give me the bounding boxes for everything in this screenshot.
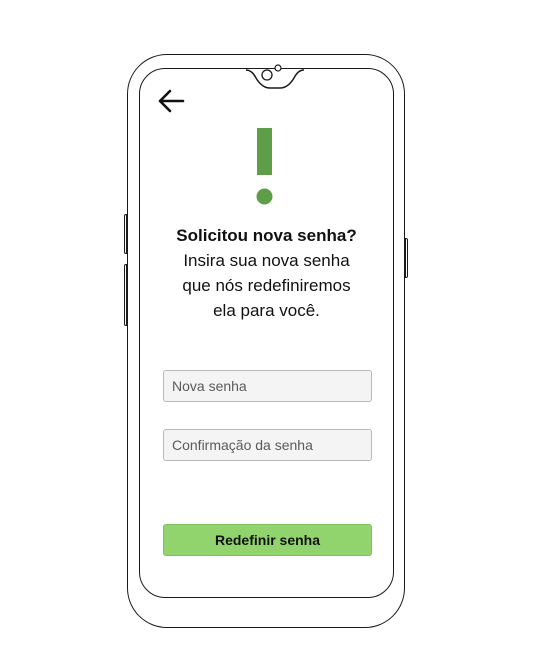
arrow-left-icon[interactable]: [157, 88, 185, 114]
power-button: [405, 238, 408, 278]
page-subtitle: Insira sua nova senha que nós redefinire…: [139, 248, 394, 323]
stage: Solicitou nova senha? Insira sua nova se…: [0, 0, 546, 672]
camera-notch: [245, 64, 305, 89]
exclamation-icon: [256, 128, 273, 205]
subtitle-line: ela para você.: [213, 301, 320, 320]
camera-lens-icon: [261, 69, 273, 81]
sensor-icon: [274, 64, 282, 72]
reset-password-button[interactable]: Redefinir senha: [163, 524, 372, 556]
subtitle-line: Insira sua nova senha: [183, 251, 350, 270]
subtitle-line: que nós redefiniremos: [182, 276, 351, 295]
confirm-password-input[interactable]: [163, 429, 372, 461]
new-password-input[interactable]: [163, 370, 372, 402]
page-title: Solicitou nova senha?: [176, 226, 357, 245]
